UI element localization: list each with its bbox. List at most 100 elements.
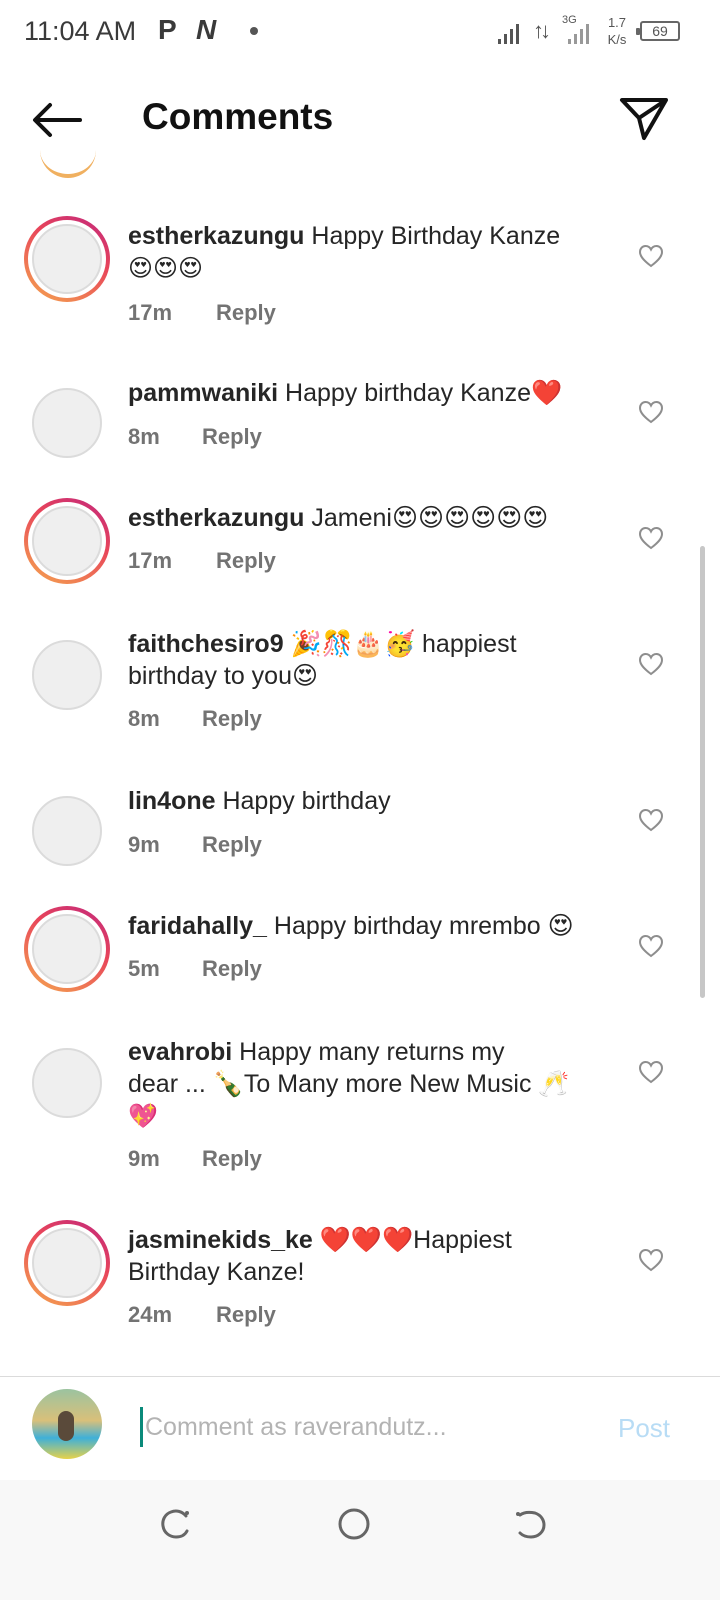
comment-time: 8m [128, 424, 160, 449]
comment-text: faridahally_ Happy birthday mrembo 😍 [128, 910, 618, 942]
avatar-image [32, 506, 102, 576]
comment-meta: 8m Reply [128, 424, 262, 450]
comment-meta: 9m Reply [128, 832, 262, 858]
battery-level: 69 [652, 23, 668, 39]
recents-icon[interactable] [156, 1504, 196, 1544]
my-avatar [32, 1389, 102, 1459]
avatar[interactable] [24, 1220, 110, 1306]
comment-composer: Post [0, 1376, 720, 1480]
reply-button[interactable]: Reply [202, 706, 262, 731]
nav-back-icon[interactable] [510, 1504, 550, 1544]
n-notification-icon: N [196, 14, 217, 45]
heart-icon[interactable] [638, 1060, 664, 1084]
reply-button[interactable]: Reply [216, 1302, 276, 1327]
avatar[interactable] [24, 1040, 110, 1126]
comment-time: 9m [128, 1146, 160, 1171]
reply-button[interactable]: Reply [216, 300, 276, 325]
avatar[interactable] [24, 498, 110, 584]
avatar[interactable] [24, 380, 110, 466]
scrollbar[interactable] [700, 546, 705, 998]
header: Comments [0, 70, 720, 170]
comment-time: 17m [128, 548, 173, 573]
heart-icon[interactable] [638, 1248, 664, 1272]
heart-icon[interactable] [638, 808, 664, 832]
comment-body: Happy Birthday Kanze [304, 222, 561, 250]
reply-button[interactable]: Reply [216, 548, 276, 573]
comment-meta: 24m Reply [128, 1302, 276, 1328]
comment-body-line2: 😍😍😍 [128, 254, 204, 282]
comment-body-line3: 💖 [128, 1102, 158, 1130]
avatar-image [32, 224, 102, 294]
avatar-image [32, 1228, 102, 1298]
comment-meta: 17m Reply [128, 548, 276, 574]
network-speed-value: 1.7 [607, 15, 627, 30]
reply-button[interactable]: Reply [202, 1146, 262, 1171]
comment-body-line2: birthday to you😍 [128, 662, 319, 690]
heart-icon[interactable] [638, 934, 664, 958]
home-circle-icon[interactable] [334, 1504, 374, 1544]
avatar-image [32, 640, 102, 710]
comment-body: Happy birthday [215, 787, 391, 815]
comment-meta: 9m Reply [128, 1146, 262, 1172]
avatar-image [32, 796, 102, 866]
comment-text: faithchesiro9 🎉🎊🎂🥳 happiest birthday to … [128, 628, 618, 692]
data-transfer-icon: ↑↓ [533, 18, 551, 43]
comment-username[interactable]: evahrobi [128, 1038, 232, 1066]
comment-body: Happy many returns my [232, 1038, 505, 1066]
reply-button[interactable]: Reply [202, 424, 262, 449]
avatar-image [32, 388, 102, 458]
comment-meta: 17m Reply [128, 300, 276, 326]
signal-strength-icon [498, 22, 520, 44]
avatar-image [32, 914, 102, 984]
heart-icon[interactable] [638, 400, 664, 424]
comment-time: 9m [128, 832, 160, 857]
signal-strength-2-icon [568, 22, 590, 44]
paper-plane-icon[interactable] [618, 94, 670, 142]
comment-text: lin4one Happy birthday [128, 785, 618, 817]
comment-username[interactable]: faithchesiro9 [128, 630, 284, 658]
page-title: Comments [142, 96, 334, 137]
comment-text: estherkazungu Jameni😍😍😍😍😍😍 [128, 502, 618, 534]
comment-text: pammwaniki Happy birthday Kanze❤️ [128, 377, 618, 409]
comment-text: evahrobi Happy many returns my dear ... … [128, 1036, 618, 1132]
network-speed-unit: K/s [607, 32, 627, 47]
comment-username[interactable]: estherkazungu [128, 222, 304, 250]
comment-body: Happy birthday mrembo 😍 [266, 912, 574, 940]
heart-icon[interactable] [638, 244, 664, 268]
arrow-left-icon[interactable] [28, 100, 84, 140]
comment-username[interactable]: estherkazungu [128, 504, 304, 532]
avatar-image [32, 1048, 102, 1118]
comment-time: 17m [128, 300, 173, 325]
system-nav-bar [0, 1480, 720, 1600]
comment-body-line2: dear ... 🍾To Many more New Music 🥂 [128, 1070, 570, 1098]
more-notifications-dot-icon [250, 27, 258, 35]
comment-body: 🎉🎊🎂🥳 happiest [283, 630, 517, 658]
reply-button[interactable]: Reply [202, 956, 262, 981]
avatar[interactable] [24, 906, 110, 992]
comment-time: 8m [128, 706, 160, 731]
comment-input[interactable] [140, 1407, 590, 1447]
avatar[interactable] [24, 632, 110, 718]
status-time: 11:04 AM [24, 16, 137, 46]
comment-body: Happy birthday Kanze❤️ [278, 379, 563, 407]
previous-avatar-ring [40, 150, 96, 178]
status-bar: 11:04 AM P N ↑↓ 3G 1.7 K/s 69 [0, 0, 720, 66]
heart-icon[interactable] [638, 652, 664, 676]
comment-body: Jameni😍😍😍😍😍😍 [304, 504, 549, 532]
network-speed: 1.7 K/s [604, 14, 630, 48]
reply-button[interactable]: Reply [202, 832, 262, 857]
avatar[interactable] [24, 216, 110, 302]
battery-icon: 69 [636, 21, 680, 41]
parking-notification-icon: P [158, 14, 177, 45]
comment-time: 24m [128, 1302, 173, 1327]
comment-username[interactable]: jasminekids_ke [128, 1226, 313, 1254]
heart-icon[interactable] [638, 526, 664, 550]
comment-body-line2: Birthday Kanze! [128, 1258, 305, 1286]
comment-text: jasminekids_ke ❤️❤️❤️Happiest Birthday K… [128, 1224, 618, 1288]
post-button[interactable]: Post [618, 1413, 670, 1444]
comment-body: ❤️❤️❤️Happiest [312, 1226, 512, 1254]
comment-username[interactable]: faridahally_ [128, 912, 267, 940]
comment-username[interactable]: pammwaniki [128, 379, 278, 407]
avatar[interactable] [24, 788, 110, 874]
comment-username[interactable]: lin4one [128, 787, 216, 815]
